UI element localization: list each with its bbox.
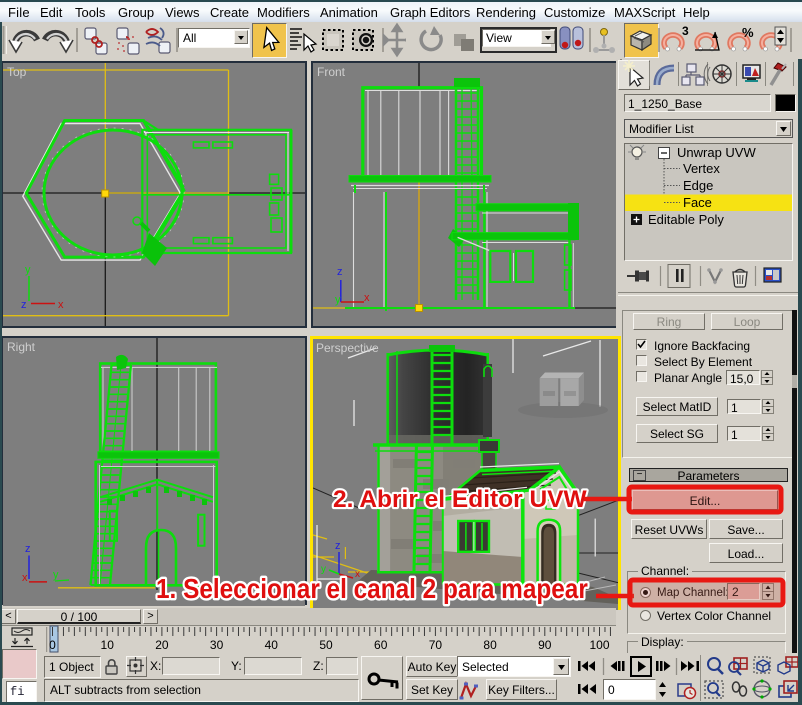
svg-text:Edge: Edge bbox=[683, 178, 713, 193]
svg-text:Front: Front bbox=[317, 65, 346, 79]
svg-text:z: z bbox=[335, 540, 341, 552]
svg-text:10: 10 bbox=[101, 638, 115, 652]
svg-text:Vertex: Vertex bbox=[683, 161, 720, 176]
svg-text:80: 80 bbox=[483, 638, 497, 652]
svg-text:y: y bbox=[335, 294, 341, 306]
svg-text:y: y bbox=[321, 564, 326, 575]
svg-text:%: % bbox=[742, 25, 754, 40]
svg-text:0: 0 bbox=[49, 638, 56, 652]
svg-text:x: x bbox=[364, 292, 370, 304]
svg-text:30: 30 bbox=[210, 638, 224, 652]
svg-text:Editable Poly: Editable Poly bbox=[648, 212, 724, 227]
svg-text:Top: Top bbox=[7, 65, 27, 79]
svg-text:z: z bbox=[337, 266, 343, 278]
svg-text:3: 3 bbox=[682, 24, 689, 38]
svg-text:40: 40 bbox=[265, 638, 279, 652]
svg-text:60: 60 bbox=[374, 638, 388, 652]
svg-text:70: 70 bbox=[429, 638, 443, 652]
svg-text:100: 100 bbox=[589, 638, 609, 652]
svg-text:Unwrap UVW: Unwrap UVW bbox=[677, 145, 756, 160]
svg-text:z: z bbox=[25, 543, 31, 555]
svg-text:y: y bbox=[25, 264, 31, 276]
svg-text:Right: Right bbox=[7, 340, 36, 354]
svg-text:x: x bbox=[22, 572, 28, 584]
svg-text:x: x bbox=[58, 299, 64, 311]
svg-text:50: 50 bbox=[319, 638, 333, 652]
svg-text:y: y bbox=[53, 569, 59, 581]
svg-text:20: 20 bbox=[155, 638, 169, 652]
svg-text:Face: Face bbox=[683, 195, 712, 210]
svg-text:90: 90 bbox=[538, 638, 552, 652]
svg-text:z: z bbox=[21, 299, 27, 311]
svg-text:Perspective: Perspective bbox=[316, 341, 379, 355]
svg-text:x: x bbox=[355, 569, 360, 580]
